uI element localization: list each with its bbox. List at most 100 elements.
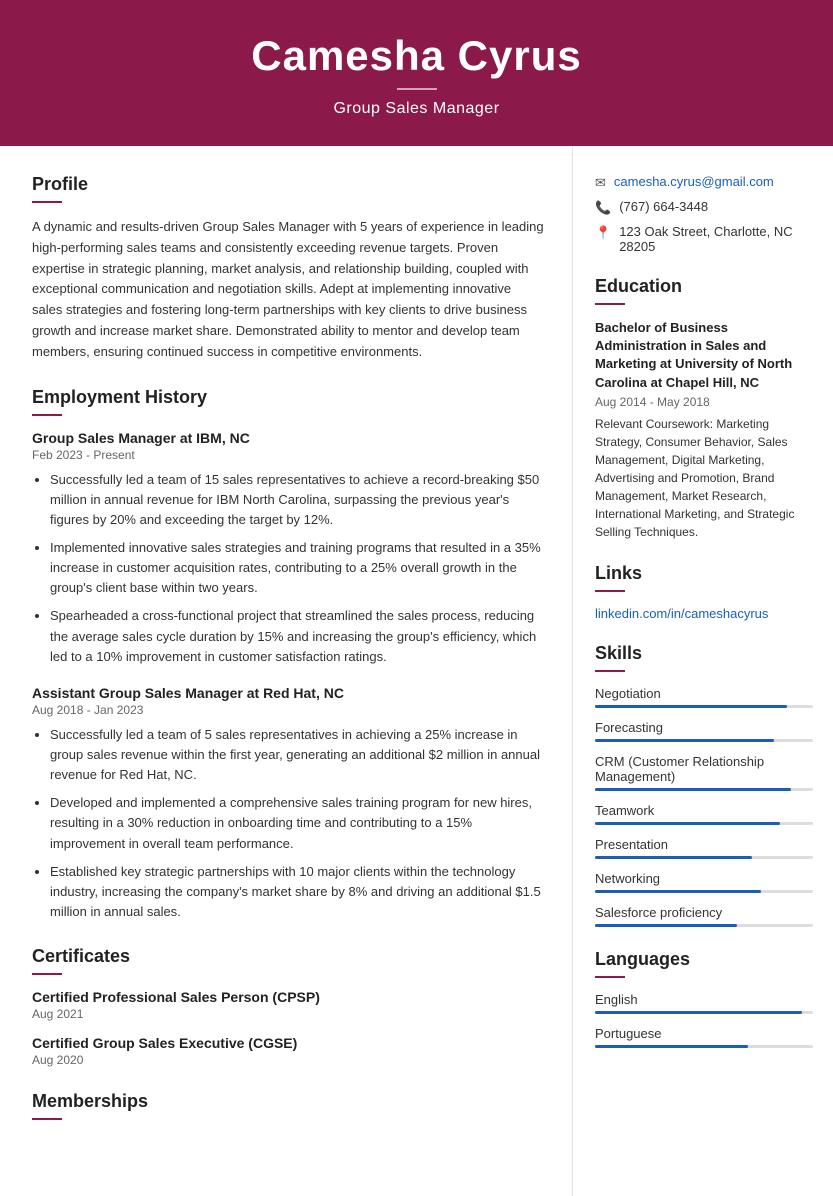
- edu-degree: Bachelor of Business Administration in S…: [595, 319, 813, 392]
- lang-item-1: Portuguese: [595, 1026, 813, 1048]
- email-link[interactable]: camesha.cyrus@gmail.com: [614, 174, 774, 189]
- skill-name-3: Teamwork: [595, 803, 813, 818]
- contact-email-row: ✉ camesha.cyrus@gmail.com: [595, 174, 813, 191]
- job-1-bullets: Successfully led a team of 15 sales repr…: [32, 470, 544, 667]
- main-layout: Profile A dynamic and results-driven Gro…: [0, 146, 833, 1196]
- education-divider: [595, 303, 625, 305]
- skill-bar-bg-5: [595, 890, 813, 893]
- phone-text: (767) 664-3448: [619, 199, 708, 214]
- right-column: ✉ camesha.cyrus@gmail.com 📞 (767) 664-34…: [573, 146, 833, 1196]
- lang-name-0: English: [595, 992, 813, 1007]
- skill-bar-bg-4: [595, 856, 813, 859]
- contact-address-row: 📍 123 Oak Street, Charlotte, NC 28205: [595, 224, 813, 254]
- resume-header: Camesha Cyrus Group Sales Manager: [0, 0, 833, 146]
- candidate-name: Camesha Cyrus: [20, 32, 813, 80]
- links-title: Links: [595, 563, 813, 584]
- cert-1-date: Aug 2021: [32, 1007, 544, 1021]
- profile-section: Profile A dynamic and results-driven Gro…: [32, 174, 544, 363]
- profile-title: Profile: [32, 174, 544, 195]
- memberships-title: Memberships: [32, 1091, 544, 1112]
- candidate-title: Group Sales Manager: [20, 100, 813, 118]
- contact-section: ✉ camesha.cyrus@gmail.com 📞 (767) 664-34…: [595, 174, 813, 254]
- job-1: Group Sales Manager at IBM, NC Feb 2023 …: [32, 430, 544, 667]
- lang-name-1: Portuguese: [595, 1026, 813, 1041]
- job-2: Assistant Group Sales Manager at Red Hat…: [32, 685, 544, 922]
- address-text: 123 Oak Street, Charlotte, NC 28205: [619, 224, 813, 254]
- skill-bar-fill-5: [595, 890, 761, 893]
- certificates-section: Certificates Certified Professional Sale…: [32, 946, 544, 1067]
- skill-bar-fill-1: [595, 739, 774, 742]
- languages-list: English Portuguese: [595, 992, 813, 1048]
- certificates-divider: [32, 973, 62, 975]
- memberships-section: Memberships: [32, 1091, 544, 1120]
- skill-name-5: Networking: [595, 871, 813, 886]
- lang-item-0: English: [595, 992, 813, 1014]
- employment-divider: [32, 414, 62, 416]
- lang-bar-bg-1: [595, 1045, 813, 1048]
- skill-bar-bg-2: [595, 788, 813, 791]
- skill-name-1: Forecasting: [595, 720, 813, 735]
- skill-item-6: Salesforce proficiency: [595, 905, 813, 927]
- linkedin-link[interactable]: linkedin.com/in/cameshacyrus: [595, 606, 768, 621]
- skill-bar-bg-0: [595, 705, 813, 708]
- languages-title: Languages: [595, 949, 813, 970]
- job-1-title: Group Sales Manager at IBM, NC: [32, 430, 544, 446]
- skill-bar-bg-1: [595, 739, 813, 742]
- profile-divider: [32, 201, 62, 203]
- cert-2-title: Certified Group Sales Executive (CGSE): [32, 1035, 544, 1051]
- education-section: Education Bachelor of Business Administr…: [595, 276, 813, 541]
- left-column: Profile A dynamic and results-driven Gro…: [0, 146, 573, 1196]
- skills-section: Skills Negotiation Forecasting CRM (Cust…: [595, 643, 813, 927]
- skill-item-5: Networking: [595, 871, 813, 893]
- skill-bar-fill-0: [595, 705, 787, 708]
- edu-date: Aug 2014 - May 2018: [595, 395, 813, 409]
- job-1-bullet-1: Successfully led a team of 15 sales repr…: [50, 470, 544, 530]
- lang-bar-fill-0: [595, 1011, 802, 1014]
- skill-item-0: Negotiation: [595, 686, 813, 708]
- skill-item-2: CRM (Customer Relationship Management): [595, 754, 813, 791]
- cert-2: Certified Group Sales Executive (CGSE) A…: [32, 1035, 544, 1067]
- skill-name-6: Salesforce proficiency: [595, 905, 813, 920]
- job-2-bullet-1: Successfully led a team of 5 sales repre…: [50, 725, 544, 785]
- employment-title: Employment History: [32, 387, 544, 408]
- job-2-bullet-2: Developed and implemented a comprehensiv…: [50, 793, 544, 853]
- location-icon: 📍: [595, 225, 611, 241]
- edu-coursework: Relevant Coursework: Marketing Strategy,…: [595, 415, 813, 541]
- certificates-title: Certificates: [32, 946, 544, 967]
- links-section: Links linkedin.com/in/cameshacyrus: [595, 563, 813, 621]
- job-2-bullet-3: Established key strategic partnerships w…: [50, 862, 544, 922]
- skill-name-2: CRM (Customer Relationship Management): [595, 754, 813, 784]
- links-divider: [595, 590, 625, 592]
- cert-1: Certified Professional Sales Person (CPS…: [32, 989, 544, 1021]
- contact-phone-row: 📞 (767) 664-3448: [595, 199, 813, 216]
- skill-name-0: Negotiation: [595, 686, 813, 701]
- skill-bar-fill-3: [595, 822, 780, 825]
- skills-list: Negotiation Forecasting CRM (Customer Re…: [595, 686, 813, 927]
- skill-bar-bg-3: [595, 822, 813, 825]
- memberships-divider: [32, 1118, 62, 1120]
- skills-divider: [595, 670, 625, 672]
- header-divider: [397, 88, 437, 90]
- skill-item-4: Presentation: [595, 837, 813, 859]
- education-title: Education: [595, 276, 813, 297]
- languages-section: Languages English Portuguese: [595, 949, 813, 1048]
- skill-name-4: Presentation: [595, 837, 813, 852]
- cert-2-date: Aug 2020: [32, 1053, 544, 1067]
- skill-bar-fill-4: [595, 856, 752, 859]
- job-2-bullets: Successfully led a team of 5 sales repre…: [32, 725, 544, 922]
- job-1-bullet-2: Implemented innovative sales strategies …: [50, 538, 544, 598]
- email-icon: ✉: [595, 175, 606, 191]
- profile-text: A dynamic and results-driven Group Sales…: [32, 217, 544, 363]
- skill-bar-fill-6: [595, 924, 737, 927]
- skills-title: Skills: [595, 643, 813, 664]
- skill-bar-fill-2: [595, 788, 791, 791]
- job-1-bullet-3: Spearheaded a cross-functional project t…: [50, 606, 544, 666]
- phone-icon: 📞: [595, 200, 611, 216]
- skill-item-3: Teamwork: [595, 803, 813, 825]
- job-1-date: Feb 2023 - Present: [32, 448, 544, 462]
- job-2-date: Aug 2018 - Jan 2023: [32, 703, 544, 717]
- skill-bar-bg-6: [595, 924, 813, 927]
- languages-divider: [595, 976, 625, 978]
- job-2-title: Assistant Group Sales Manager at Red Hat…: [32, 685, 544, 701]
- skill-item-1: Forecasting: [595, 720, 813, 742]
